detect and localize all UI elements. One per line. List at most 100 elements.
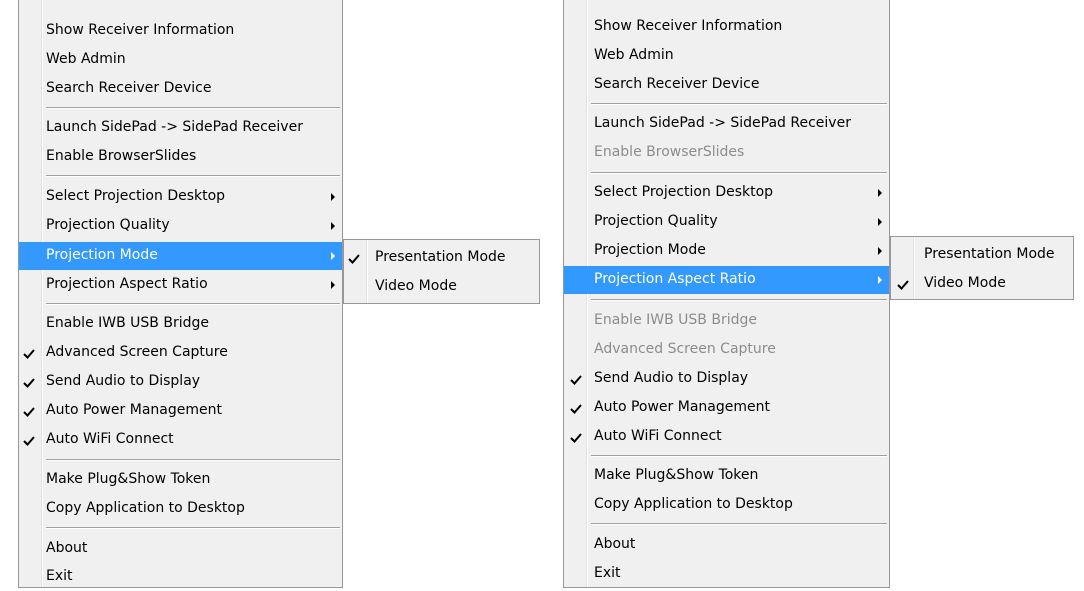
checkmark-icon — [23, 349, 35, 359]
menu-separator — [591, 103, 887, 105]
menu-item-label: About — [594, 536, 636, 552]
menu-item-label: Auto Power Management — [594, 399, 770, 415]
submenu-item-video-mode[interactable]: Video Mode — [344, 273, 539, 301]
menu-item-auto-wifi-connect[interactable]: Auto WiFi Connect — [564, 423, 889, 451]
submenu-item-label: Presentation Mode — [924, 246, 1055, 262]
menu-item-label: Make Plug&Show Token — [594, 467, 759, 483]
submenu-arrow-icon — [331, 222, 335, 230]
menu-item-label: Enable BrowserSlides — [594, 144, 745, 160]
menu-item-label: Select Projection Desktop — [594, 184, 774, 200]
menu-item-select-projection-desktop[interactable]: Select Projection Desktop — [564, 179, 889, 207]
menu-item-label: Launch SidePad -> SidePad Receiver — [46, 119, 303, 135]
checkmark-icon — [570, 375, 582, 385]
menu-item-web-admin[interactable]: Web Admin — [19, 46, 342, 74]
menu-item-about[interactable]: About — [19, 535, 342, 563]
context-menu-left: Show Receiver Information Web Admin Sear… — [18, 0, 343, 588]
menu-item-auto-power-management[interactable]: Auto Power Management — [19, 397, 342, 425]
menu-separator — [46, 107, 340, 109]
menu-item-make-plug-show-token[interactable]: Make Plug&Show Token — [564, 462, 889, 490]
menu-item-label: Advanced Screen Capture — [46, 344, 228, 360]
menu-item-web-admin[interactable]: Web Admin — [564, 42, 889, 70]
menu-item-label: Show Receiver Information — [46, 22, 235, 38]
menu-item-enable-browserslides[interactable]: Enable BrowserSlides — [564, 139, 889, 167]
menu-item-label: Copy Application to Desktop — [46, 500, 245, 516]
menu-item-search-receiver-device[interactable]: Search Receiver Device — [19, 75, 342, 103]
menu-item-label: Search Receiver Device — [594, 76, 760, 92]
menu-item-copy-application-to-desktop[interactable]: Copy Application to Desktop — [19, 495, 342, 523]
menu-item-exit[interactable]: Exit — [19, 563, 342, 591]
submenu-item-presentation-mode[interactable]: Presentation Mode — [891, 241, 1073, 269]
menu-item-launch-sidepad[interactable]: Launch SidePad -> SidePad Receiver — [564, 110, 889, 138]
menu-item-exit[interactable]: Exit — [564, 560, 889, 588]
menu-item-label: About — [46, 540, 88, 556]
menu-item-copy-application-to-desktop[interactable]: Copy Application to Desktop — [564, 491, 889, 519]
menu-item-label: Make Plug&Show Token — [46, 471, 211, 487]
menu-item-send-audio-to-display[interactable]: Send Audio to Display — [19, 368, 342, 396]
submenu-item-label: Video Mode — [924, 275, 1006, 291]
menu-separator — [46, 527, 340, 529]
menu-separator — [591, 172, 887, 174]
checkmark-icon — [23, 436, 35, 446]
menu-item-label: Projection Quality — [46, 217, 170, 233]
menu-item-label: Search Receiver Device — [46, 80, 212, 96]
menu-item-advanced-screen-capture[interactable]: Advanced Screen Capture — [564, 336, 889, 364]
submenu-item-presentation-mode[interactable]: Presentation Mode — [344, 244, 539, 272]
menu-item-label: Enable IWB USB Bridge — [46, 315, 209, 331]
menu-item-label: Enable BrowserSlides — [46, 148, 197, 164]
menu-item-label: Launch SidePad -> SidePad Receiver — [594, 115, 851, 131]
menu-item-search-receiver-device[interactable]: Search Receiver Device — [564, 71, 889, 99]
menu-separator — [46, 175, 340, 177]
menu-item-label: Auto Power Management — [46, 402, 222, 418]
checkmark-icon — [23, 407, 35, 417]
submenu-arrow-icon — [331, 281, 335, 289]
menu-item-label: Auto WiFi Connect — [46, 431, 174, 447]
menu-item-send-audio-to-display[interactable]: Send Audio to Display — [564, 365, 889, 393]
menu-item-enable-iwb-usb-bridge[interactable]: Enable IWB USB Bridge — [19, 310, 342, 338]
submenu-arrow-icon — [878, 247, 882, 255]
menu-item-label: Projection Mode — [594, 242, 706, 258]
menu-item-projection-quality[interactable]: Projection Quality — [564, 208, 889, 236]
menu-item-label: Web Admin — [594, 47, 674, 63]
menu-item-advanced-screen-capture[interactable]: Advanced Screen Capture — [19, 339, 342, 367]
menu-item-label: Projection Aspect Ratio — [594, 271, 756, 287]
menu-item-label: Projection Aspect Ratio — [46, 276, 208, 292]
menu-item-make-plug-show-token[interactable]: Make Plug&Show Token — [19, 466, 342, 494]
menu-item-projection-mode[interactable]: Projection Mode — [19, 242, 342, 270]
submenu-projection-aspect-ratio: Presentation Mode Video Mode — [890, 236, 1074, 300]
menu-item-enable-browserslides[interactable]: Enable BrowserSlides — [19, 143, 342, 171]
menu-item-auto-power-management[interactable]: Auto Power Management — [564, 394, 889, 422]
menu-item-about[interactable]: About — [564, 531, 889, 559]
checkmark-icon — [897, 280, 909, 290]
menu-item-show-receiver-information[interactable]: Show Receiver Information — [564, 13, 889, 41]
menu-item-select-projection-desktop[interactable]: Select Projection Desktop — [19, 183, 342, 211]
submenu-arrow-icon — [331, 193, 335, 201]
submenu-item-label: Presentation Mode — [375, 249, 506, 265]
menu-item-auto-wifi-connect[interactable]: Auto WiFi Connect — [19, 426, 342, 454]
submenu-arrow-icon — [878, 189, 882, 197]
menu-item-projection-aspect-ratio[interactable]: Projection Aspect Ratio — [19, 271, 342, 299]
menu-item-label: Show Receiver Information — [594, 18, 783, 34]
checkmark-icon — [23, 378, 35, 388]
submenu-item-video-mode[interactable]: Video Mode — [891, 270, 1073, 298]
context-menu-right: Show Receiver Information Web Admin Sear… — [563, 0, 890, 588]
menu-item-label: Enable IWB USB Bridge — [594, 312, 757, 328]
menu-item-projection-aspect-ratio[interactable]: Projection Aspect Ratio — [564, 266, 889, 294]
menu-item-projection-quality[interactable]: Projection Quality — [19, 212, 342, 240]
menu-item-label: Copy Application to Desktop — [594, 496, 793, 512]
menu-item-enable-iwb-usb-bridge[interactable]: Enable IWB USB Bridge — [564, 307, 889, 335]
menu-separator — [591, 299, 887, 301]
menu-item-label: Exit — [46, 568, 73, 584]
menu-item-label: Select Projection Desktop — [46, 188, 226, 204]
menu-item-label: Projection Quality — [594, 213, 718, 229]
submenu-item-label: Video Mode — [375, 278, 457, 294]
menu-item-projection-mode[interactable]: Projection Mode — [564, 237, 889, 265]
submenu-projection-mode: Presentation Mode Video Mode — [343, 239, 540, 304]
checkmark-icon — [348, 254, 360, 264]
menu-item-label: Send Audio to Display — [594, 370, 749, 386]
checkmark-icon — [570, 433, 582, 443]
menu-separator — [591, 523, 887, 525]
submenu-arrow-icon — [878, 218, 882, 226]
menu-item-launch-sidepad[interactable]: Launch SidePad -> SidePad Receiver — [19, 114, 342, 142]
menu-item-label: Send Audio to Display — [46, 373, 201, 389]
menu-item-show-receiver-information[interactable]: Show Receiver Information — [19, 17, 342, 45]
